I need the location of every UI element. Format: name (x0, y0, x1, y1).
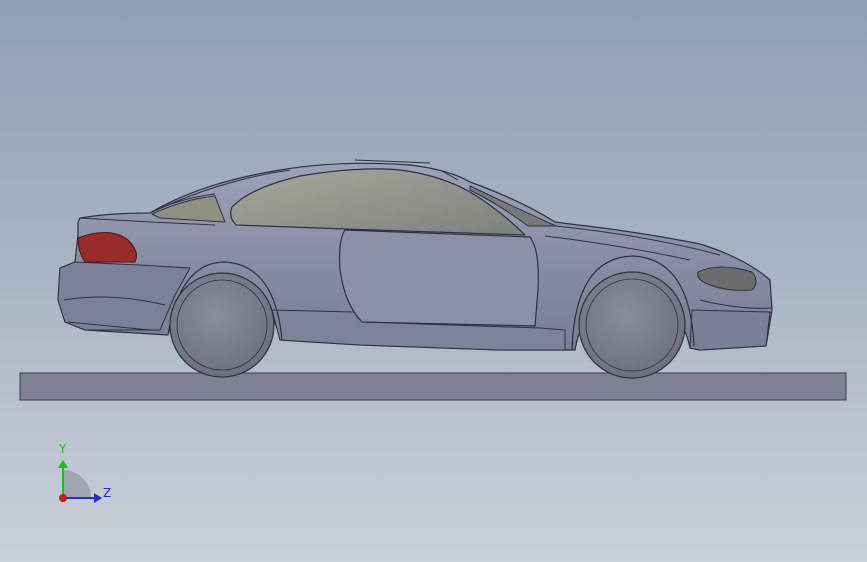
front-tire[interactable] (578, 271, 686, 379)
ground-plane[interactable] (19, 372, 847, 401)
model-view[interactable] (0, 0, 867, 562)
triad-quadrant (63, 470, 91, 498)
rear-tire[interactable] (169, 272, 275, 378)
axis-z-label: Z (103, 486, 112, 500)
x-axis-point-icon (59, 494, 67, 502)
axis-y-label: Y (59, 442, 67, 456)
door-panel[interactable] (338, 229, 539, 327)
z-axis-arrow-icon (94, 493, 102, 503)
graphics-viewport[interactable]: Y Z (0, 0, 867, 562)
y-axis-arrow-icon (58, 460, 68, 468)
car-model[interactable] (57, 159, 773, 379)
front-bumper (689, 309, 771, 351)
coordinate-triad (58, 460, 102, 503)
